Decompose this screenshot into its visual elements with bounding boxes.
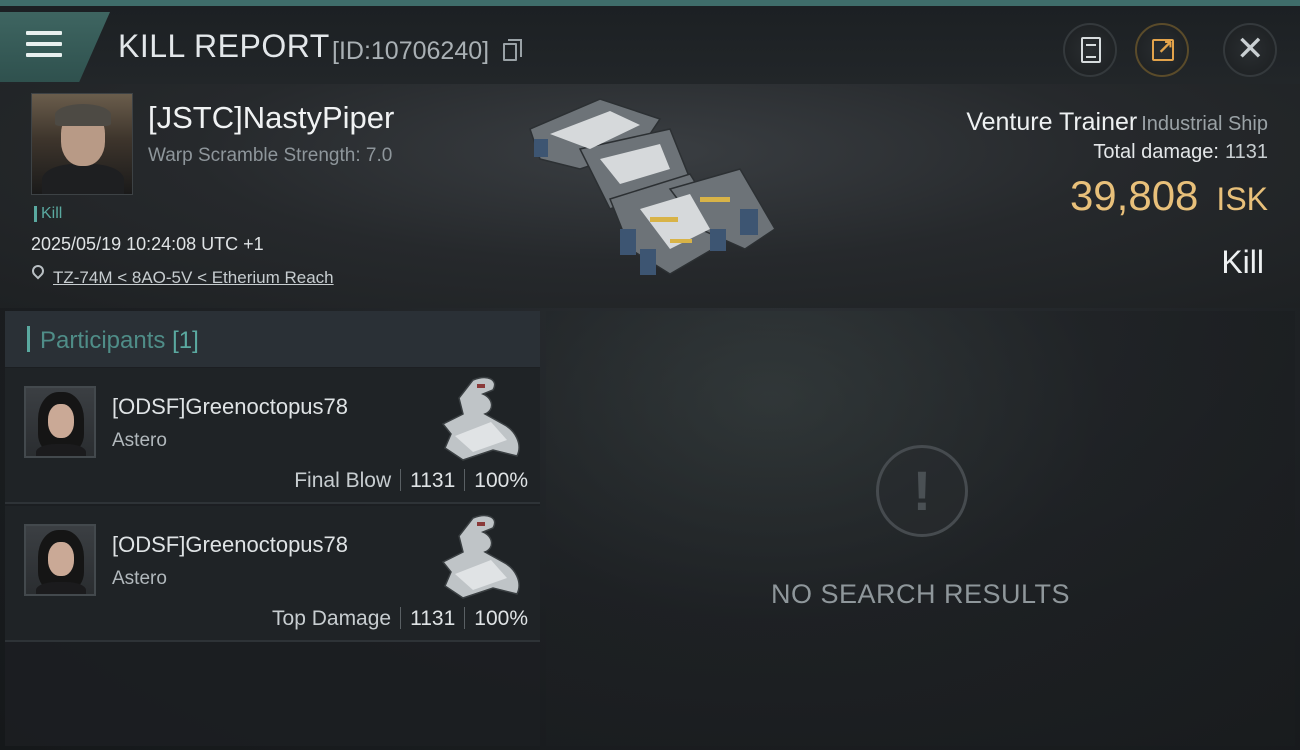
participant-percent: 100% — [474, 607, 528, 630]
total-damage-label: Total damage: — [1093, 141, 1219, 163]
participants-count: [1] — [172, 327, 199, 354]
isk-value: 39,808 ISK — [1070, 172, 1268, 220]
victim-summary: [JSTC]NastyPiper Warp Scramble Strength:… — [0, 84, 1300, 308]
participant-damage: 1131 — [410, 607, 456, 630]
participant-row[interactable]: [ODSF]Greenoctopus78 Astero Top Damage 11… — [5, 506, 540, 642]
menu-button[interactable] — [0, 12, 110, 82]
clipboard-icon — [1081, 37, 1101, 63]
participant-damage: 1131 — [410, 469, 456, 492]
header-accent-bar — [27, 326, 30, 352]
location-pin-icon — [29, 262, 47, 280]
report-id: [ID:10706240] — [332, 37, 490, 65]
participant-name: [ODSF]Greenoctopus78 — [112, 394, 349, 419]
participants-label: Participants — [40, 327, 166, 354]
exclamation-icon: ! — [876, 445, 968, 537]
kill-datetime: 2025/05/19 10:24:08 UTC +1 — [31, 234, 264, 254]
participant-ship: Astero — [112, 430, 167, 451]
participant-avatar — [24, 386, 96, 458]
isk-unit: ISK — [1216, 181, 1268, 217]
close-button[interactable]: ✕ — [1223, 23, 1277, 77]
kill-location-link[interactable]: TZ-74M < 8AO-5V < Etherium Reach — [53, 268, 334, 288]
copy-icon[interactable] — [503, 39, 522, 61]
participant-stats: Final Blow 1131 100% — [294, 469, 528, 493]
warp-scramble-strength: Warp Scramble Strength: 7.0 — [148, 145, 393, 166]
participants-header[interactable]: Participants [1] — [5, 311, 540, 367]
kill-report-window: KILL REPORT [ID:10706240] ✕ [JSTC]NastyP… — [0, 0, 1300, 750]
participant-ship: Astero — [112, 568, 167, 589]
kill-tag: Kill — [34, 206, 62, 222]
participants-panel: Participants [1] [ODSF]Greenoctopus78 As… — [5, 311, 540, 746]
victim-ship-image[interactable] — [520, 89, 790, 299]
participant-avatar — [24, 524, 96, 596]
victim-ship-name[interactable]: Venture Trainer Industrial Ship — [966, 108, 1268, 137]
participant-percent: 100% — [474, 469, 528, 492]
participant-role: Final Blow — [294, 469, 392, 492]
total-damage-value: 1131 — [1224, 141, 1268, 163]
participant-stats: Top Damage 1131 100% — [272, 607, 528, 631]
isk-amount: 39,808 — [1069, 172, 1199, 219]
page-title: KILL REPORT — [118, 28, 330, 64]
detail-panel: ! NO SEARCH RESULTS — [546, 311, 1295, 746]
participant-ship-image — [441, 514, 520, 599]
ship-name-text: Venture Trainer — [966, 108, 1138, 136]
share-icon — [1152, 35, 1174, 61]
no-results-text: NO SEARCH RESULTS — [770, 579, 1071, 609]
participant-name: [ODSF]Greenoctopus78 — [112, 532, 349, 557]
top-bar: KILL REPORT [ID:10706240] ✕ — [0, 0, 1300, 84]
menu-icon — [26, 31, 62, 61]
kill-result: Kill — [1221, 244, 1264, 280]
victim-pilot-name[interactable]: [JSTC]NastyPiper — [148, 100, 394, 136]
total-damage: Total damage: 1131 — [1093, 141, 1268, 164]
participants-title: Participants [1] — [40, 327, 199, 355]
participant-role: Top Damage — [272, 607, 392, 630]
close-icon: ✕ — [1236, 30, 1265, 68]
ship-class: Industrial Ship — [1141, 113, 1268, 135]
participant-ship-image — [441, 376, 520, 461]
participant-row[interactable]: [ODSF]Greenoctopus78 Astero Final Blow 11… — [5, 368, 540, 504]
victim-portrait[interactable] — [31, 93, 133, 195]
share-button[interactable] — [1135, 23, 1189, 77]
clipboard-button[interactable] — [1063, 23, 1117, 77]
